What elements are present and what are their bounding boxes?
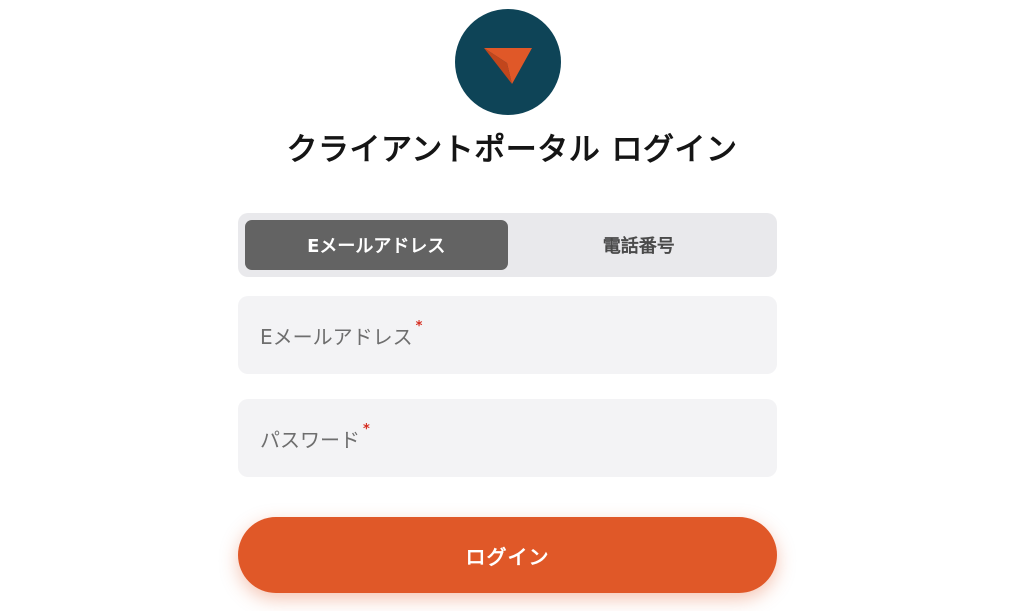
required-mark: *	[415, 318, 423, 334]
page-title: クライアントポータル ログイン	[286, 132, 738, 168]
login-page: クライアントポータル ログイン Eメールアドレス 電話番号 Eメールアドレス * …	[0, 0, 1024, 611]
password-field[interactable]: パスワード *	[238, 399, 777, 477]
email-field[interactable]: Eメールアドレス *	[238, 296, 777, 374]
tab-phone[interactable]: 電話番号	[508, 220, 771, 270]
login-method-tabs: Eメールアドレス 電話番号	[238, 213, 777, 277]
password-field-label: パスワード	[260, 427, 360, 452]
brand-logo	[455, 9, 561, 115]
paper-plane-arrow-icon	[484, 48, 532, 84]
tab-email[interactable]: Eメールアドレス	[245, 220, 508, 270]
required-mark: *	[363, 421, 370, 437]
email-field-label: Eメールアドレス	[260, 324, 413, 349]
login-button[interactable]: ログイン	[238, 517, 777, 593]
